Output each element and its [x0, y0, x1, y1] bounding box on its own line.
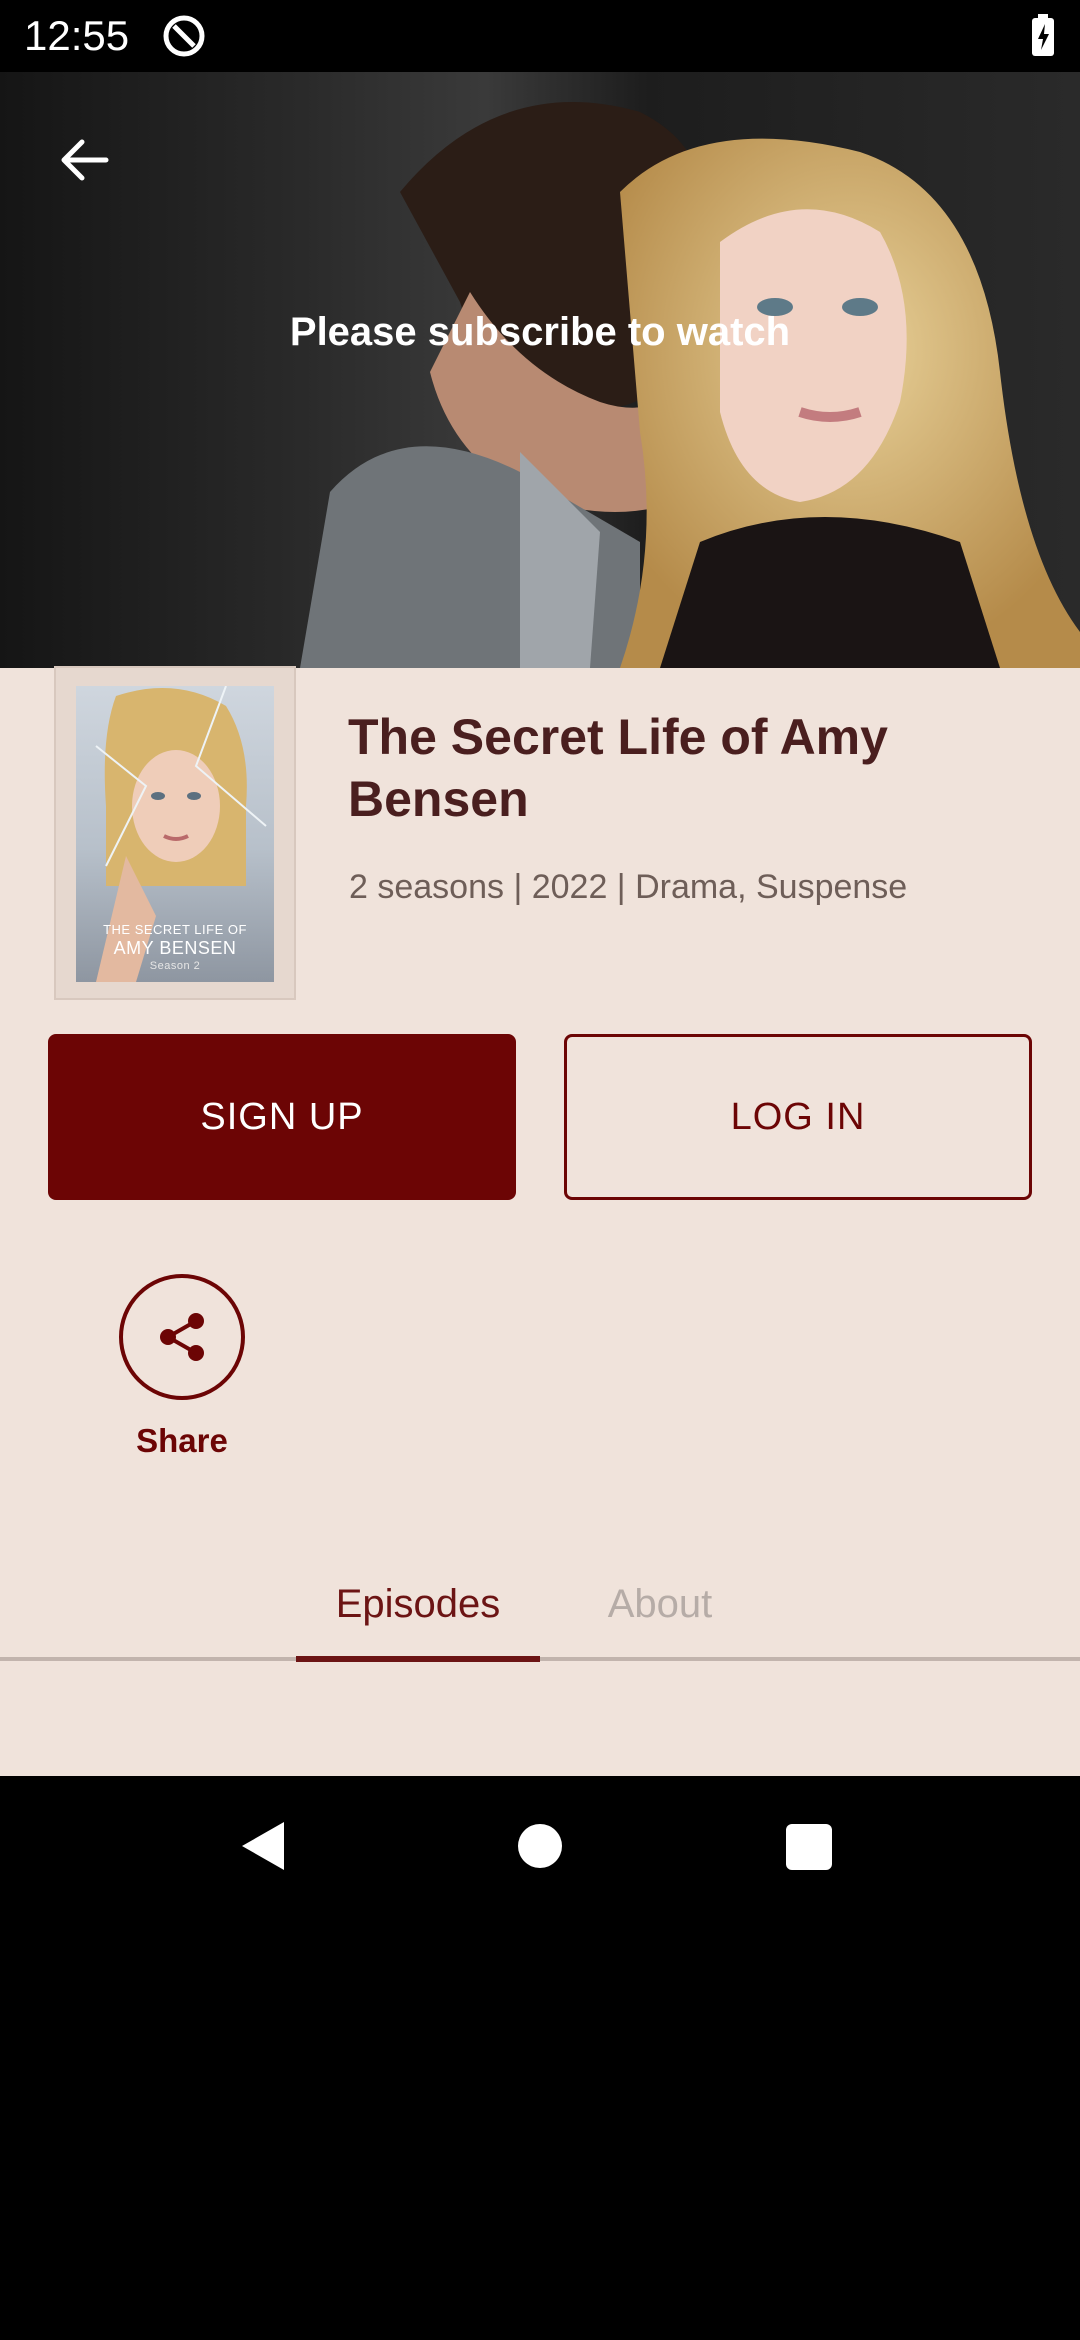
sign-up-button[interactable]: SIGN UP — [48, 1034, 516, 1200]
status-bar: 12:55 — [0, 0, 1080, 72]
share-button[interactable]: Share — [112, 1274, 252, 1460]
subscribe-message: Please subscribe to watch — [289, 310, 791, 354]
system-nav-bar — [0, 1776, 1080, 1920]
status-time: 12:55 — [24, 12, 130, 59]
log-in-button[interactable]: LOG IN — [564, 1034, 1032, 1200]
tab-about[interactable]: About — [560, 1548, 760, 1660]
share-label: Share — [136, 1422, 228, 1459]
poster-line2: AMY BENSEN — [113, 938, 237, 958]
hero-image — [300, 102, 1080, 668]
battery-charging-icon — [1032, 14, 1054, 56]
show-title: The Secret Life of Amy Bensen — [348, 709, 888, 827]
share-circle[interactable] — [119, 1274, 245, 1400]
tab-episodes[interactable]: Episodes — [296, 1548, 540, 1660]
tab-indicator — [296, 1656, 540, 1662]
tab-bar: Episodes About — [0, 1548, 1080, 1660]
poster-line3: Season 2 — [149, 960, 201, 972]
show-meta: 2 seasons | 2022 | Drama, Suspense — [349, 868, 908, 906]
poster-frame: THE SECRET LIFE OF AMY BENSEN Season 2 — [54, 666, 296, 1000]
vpn-icon — [163, 15, 205, 57]
share-icon — [160, 1313, 204, 1361]
nav-back-icon[interactable] — [240, 1820, 286, 1872]
poster-line1: THE SECRET LIFE OF — [103, 922, 247, 937]
tabs-divider — [0, 1657, 1080, 1661]
show-details: THE SECRET LIFE OF AMY BENSEN Season 2 T… — [0, 666, 1080, 1776]
nav-home-icon[interactable] — [518, 1824, 562, 1868]
show-poster: THE SECRET LIFE OF AMY BENSEN Season 2 — [76, 686, 274, 982]
back-button[interactable] — [44, 120, 124, 200]
arrow-back-icon — [61, 139, 109, 181]
hero-banner: Please subscribe to watch — [0, 72, 1080, 668]
nav-recents-icon[interactable] — [786, 1824, 832, 1870]
